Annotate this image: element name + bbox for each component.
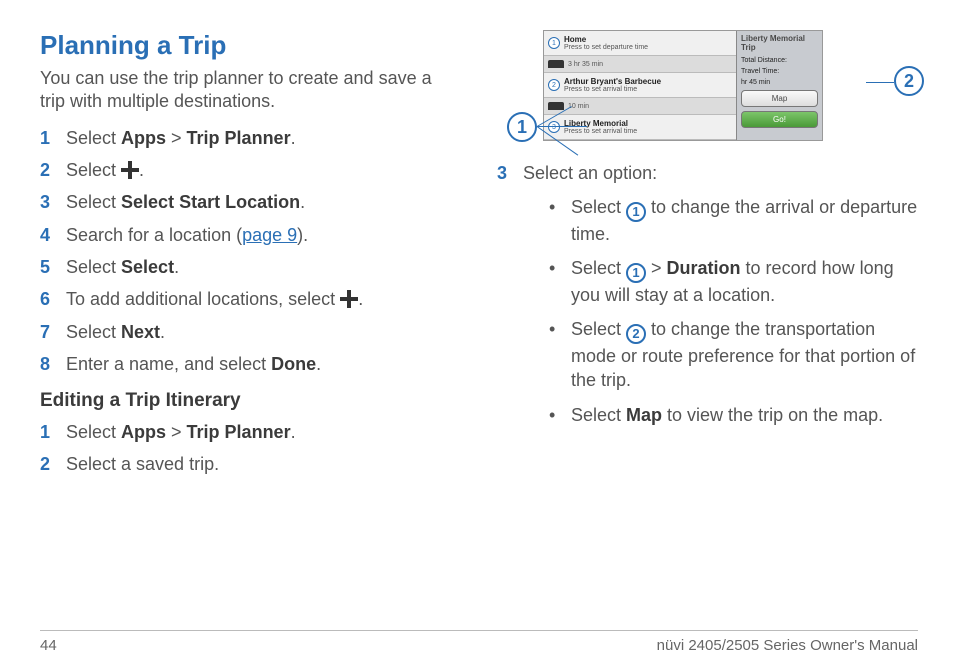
left-column: Planning a Trip You can use the trip pla…	[40, 30, 461, 610]
manual-title: nüvi 2405/2505 Series Owner's Manual	[657, 637, 918, 654]
callout-ref-1: 1	[626, 263, 646, 283]
intro-text: You can use the trip planner to create a…	[40, 67, 461, 114]
page-number: 44	[40, 637, 57, 654]
plus-icon	[340, 290, 358, 308]
callout-ref-2: 2	[626, 324, 646, 344]
car-icon	[548, 60, 564, 68]
editing-steps: 1Select Apps > Trip Planner. 2Select a s…	[40, 420, 461, 477]
car-icon	[548, 102, 564, 110]
section-title: Planning a Trip	[40, 30, 461, 61]
page-footer: 44 nüvi 2405/2505 Series Owner's Manual	[40, 630, 918, 654]
map-button[interactable]: Map	[741, 90, 818, 107]
callout-2: 2	[894, 66, 924, 96]
planning-steps: 1Select Apps > Trip Planner. 2Select . 3…	[40, 126, 461, 376]
page-link[interactable]: page 9	[242, 225, 297, 245]
plus-icon	[121, 161, 139, 179]
right-steps: 3 Select an option: Select 1 to change t…	[497, 161, 918, 437]
go-button[interactable]: Go!	[741, 111, 818, 128]
device-screenshot: 1 2 1HomePress to set departure time 3 h…	[507, 30, 918, 141]
right-column: 1 2 1HomePress to set departure time 3 h…	[497, 30, 918, 610]
subsection-title: Editing a Trip Itinerary	[40, 390, 461, 412]
callout-1: 1	[507, 112, 537, 142]
callout-ref-1: 1	[626, 202, 646, 222]
